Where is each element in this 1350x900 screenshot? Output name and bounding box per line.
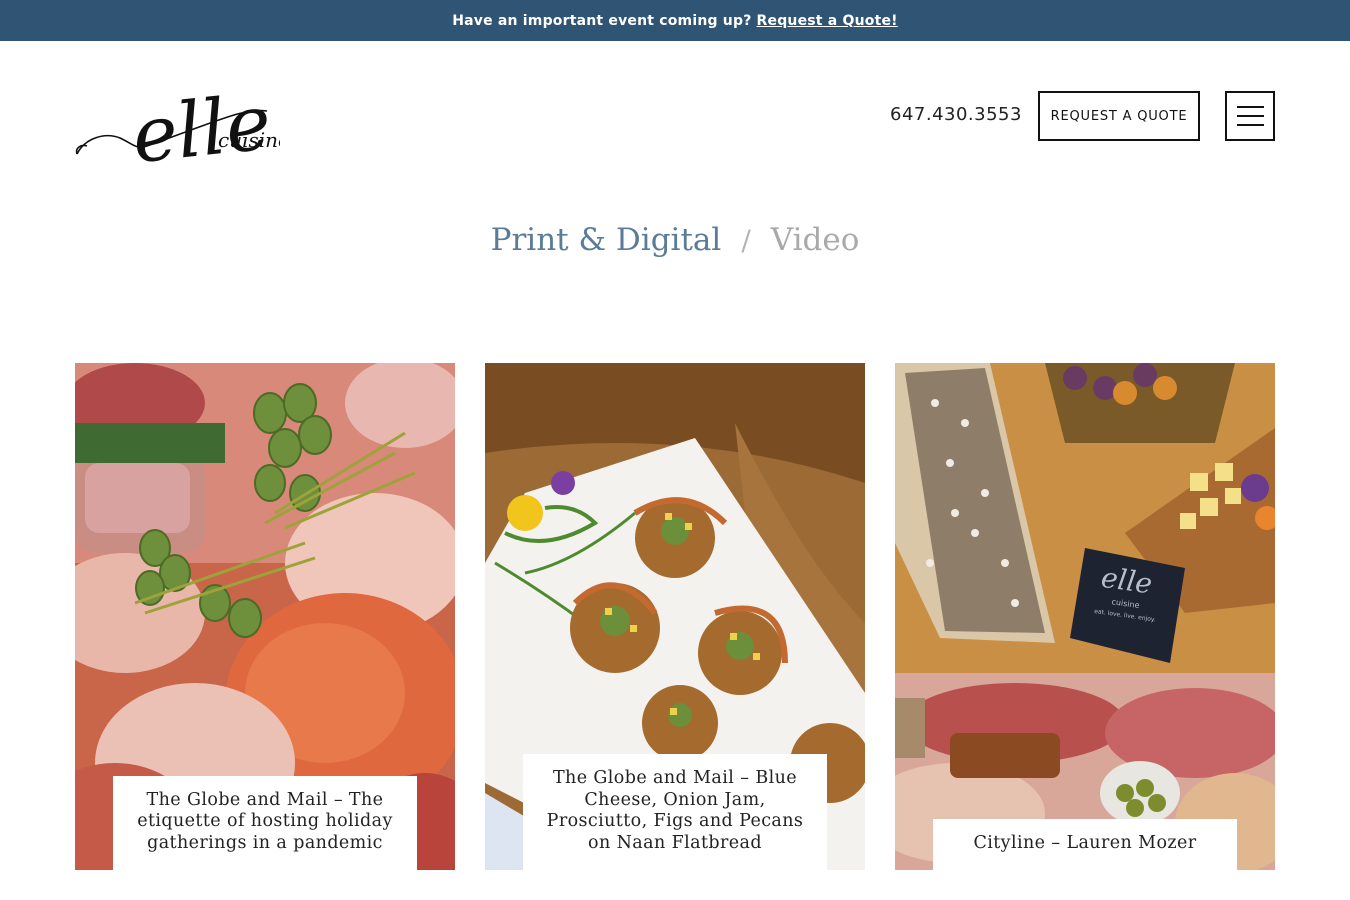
menu-line [1237,115,1264,117]
request-quote-link[interactable]: Request a Quote! [757,13,898,29]
menu-line [1237,124,1264,126]
elle-cuisine-logo[interactable]: elle cuisine [75,58,280,173]
press-card[interactable]: . The Globe and Mail – The etiquette of … [75,363,455,870]
tab-print-digital[interactable]: Print & Digital [491,222,722,258]
phone-number[interactable]: 647.430.3553 [890,104,1022,125]
menu-line [1237,106,1264,108]
card-caption: Cityline – Lauren Mozer [933,818,1237,870]
request-quote-button[interactable]: REQUEST A QUOTE [1038,91,1200,141]
media-tabs: Print & Digital / Video [0,222,1350,258]
tab-separator: / [741,223,751,257]
card-caption: The Globe and Mail – Blue Cheese, Onion … [523,754,827,870]
hamburger-menu-icon[interactable] [1225,91,1275,141]
press-card[interactable]: elle cuisine eat. love. live. enjoy. Cit… [895,363,1275,870]
announcement-bar: Have an important event coming up? Reque… [0,0,1350,41]
logo-subtext: cuisine [218,128,280,152]
press-card[interactable]: The Globe and Mail – Blue Cheese, Onion … [485,363,865,870]
flatbread-photo: elle cuisine eat. love. live. enjoy. [895,363,1275,870]
napkin-logo: elle [1099,561,1154,601]
announcement-text: Have an important event coming up? [452,12,752,29]
logo-wordmark: elle [128,77,275,173]
card-caption: The Globe and Mail – The etiquette of ho… [113,775,417,870]
tab-video[interactable]: Video [771,222,860,258]
